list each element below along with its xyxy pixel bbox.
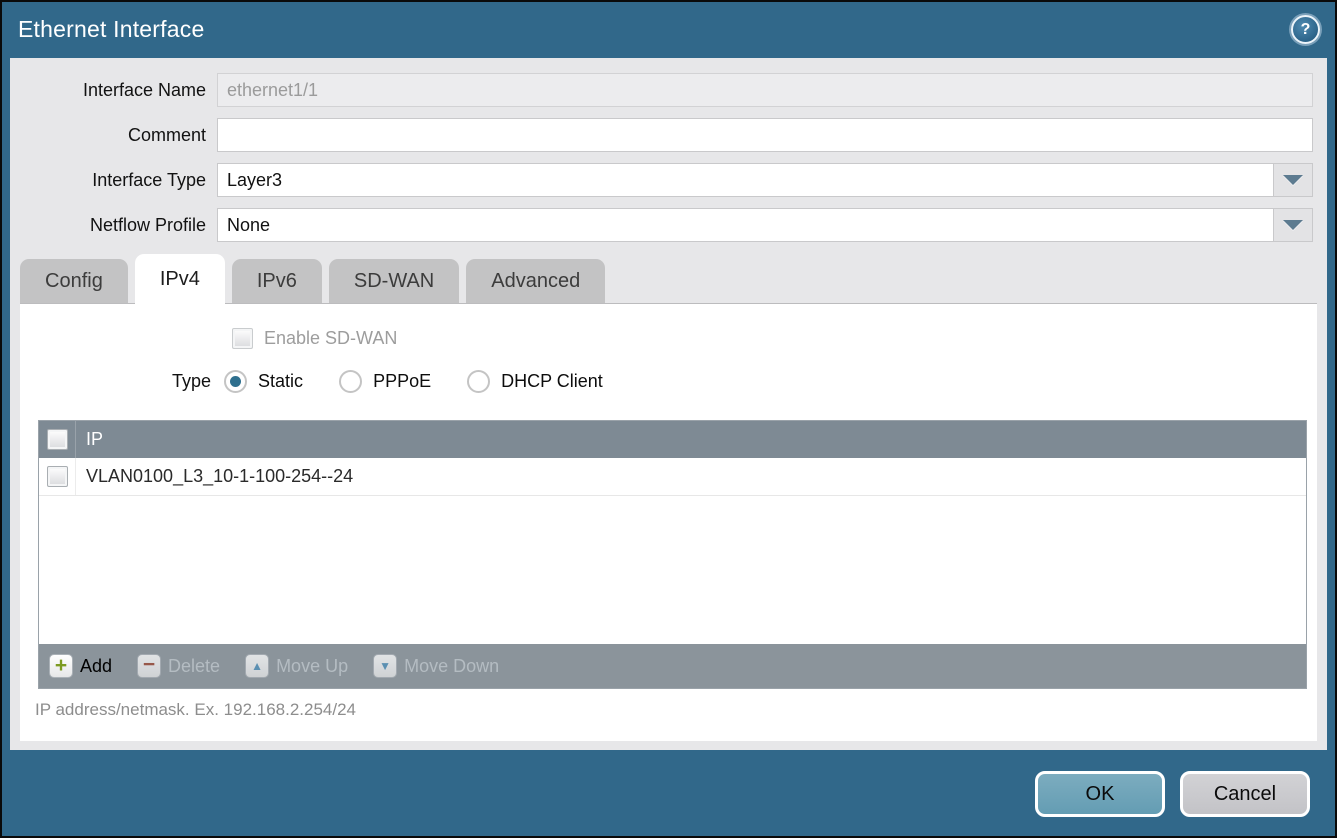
chevron-down-icon xyxy=(1283,220,1303,230)
dialog-title: Ethernet Interface xyxy=(18,16,204,43)
ip-table-toolbar: + Add − Delete ▲ Move Up ▼ Move Down xyxy=(39,644,1306,688)
comment-field[interactable] xyxy=(217,118,1313,152)
move-up-button[interactable]: ▲ Move Up xyxy=(245,654,348,678)
table-row[interactable]: VLAN0100_L3_10-1-100-254--24 xyxy=(39,458,1306,496)
type-selector-row: Type Static PPPoE DHCP Client xyxy=(20,370,1317,393)
tab-ipv4[interactable]: IPv4 xyxy=(135,254,225,304)
netflow-profile-select[interactable]: None xyxy=(217,208,1313,242)
add-button[interactable]: + Add xyxy=(49,654,112,678)
enable-sdwan-checkbox xyxy=(232,328,253,349)
enable-sdwan-label: Enable SD-WAN xyxy=(264,328,397,349)
delete-button-label: Delete xyxy=(168,656,220,677)
ip-address-table: IP VLAN0100_L3_10-1-100-254--24 + Add xyxy=(38,420,1307,689)
plus-icon: + xyxy=(49,654,73,678)
tab-config[interactable]: Config xyxy=(20,259,128,303)
tab-bar: Config IPv4 IPv6 SD-WAN Advanced xyxy=(20,253,1327,303)
ipv4-tab-panel: Enable SD-WAN Type Static PPPoE DHCP Cli… xyxy=(20,303,1317,741)
radio-button-icon xyxy=(224,370,247,393)
netflow-profile-label: Netflow Profile xyxy=(10,208,217,242)
netflow-profile-value: None xyxy=(217,208,1274,242)
chevron-down-icon xyxy=(1283,175,1303,185)
interface-type-value: Layer3 xyxy=(217,163,1274,197)
ip-cell[interactable]: VLAN0100_L3_10-1-100-254--24 xyxy=(76,466,353,487)
radio-pppoe-label: PPPoE xyxy=(373,371,431,392)
radio-dhcp-client[interactable]: DHCP Client xyxy=(467,370,603,393)
move-down-button-label: Move Down xyxy=(404,656,499,677)
netflow-profile-dropdown-button[interactable] xyxy=(1273,208,1313,242)
interface-name-label: Interface Name xyxy=(10,73,217,107)
row-checkbox-cell xyxy=(39,458,76,495)
help-icon[interactable]: ? xyxy=(1291,15,1320,44)
ok-button[interactable]: OK xyxy=(1035,771,1165,817)
interface-type-label: Interface Type xyxy=(10,163,217,197)
ip-netmask-hint: IP address/netmask. Ex. 192.168.2.254/24 xyxy=(35,700,1317,720)
interface-name-row: Interface Name ethernet1/1 xyxy=(10,73,1313,107)
tab-ipv6[interactable]: IPv6 xyxy=(232,259,322,303)
select-all-checkbox[interactable] xyxy=(47,429,68,450)
type-label: Type xyxy=(172,371,211,392)
netflow-profile-row: Netflow Profile None xyxy=(10,208,1313,242)
arrow-down-icon: ▼ xyxy=(373,654,397,678)
comment-label: Comment xyxy=(10,118,217,152)
interface-type-dropdown-button[interactable] xyxy=(1273,163,1313,197)
interface-type-select[interactable]: Layer3 xyxy=(217,163,1313,197)
interface-form: Interface Name ethernet1/1 Comment Inter… xyxy=(10,58,1327,242)
radio-dhcp-client-label: DHCP Client xyxy=(501,371,603,392)
row-checkbox[interactable] xyxy=(47,466,68,487)
delete-button[interactable]: − Delete xyxy=(137,654,220,678)
tab-advanced[interactable]: Advanced xyxy=(466,259,605,303)
radio-pppoe[interactable]: PPPoE xyxy=(339,370,431,393)
ip-column-header: IP xyxy=(76,429,103,450)
arrow-up-icon: ▲ xyxy=(245,654,269,678)
interface-type-row: Interface Type Layer3 xyxy=(10,163,1313,197)
move-up-button-label: Move Up xyxy=(276,656,348,677)
radio-static[interactable]: Static xyxy=(224,370,303,393)
interface-name-field: ethernet1/1 xyxy=(217,73,1313,107)
comment-row: Comment xyxy=(10,118,1313,152)
dialog-content: Interface Name ethernet1/1 Comment Inter… xyxy=(10,58,1327,750)
tab-sdwan[interactable]: SD-WAN xyxy=(329,259,459,303)
radio-button-icon xyxy=(467,370,490,393)
minus-icon: − xyxy=(137,654,161,678)
header-checkbox-cell xyxy=(39,421,76,458)
dialog-footer: OK Cancel xyxy=(2,752,1335,836)
cancel-button[interactable]: Cancel xyxy=(1180,771,1310,817)
move-down-button[interactable]: ▼ Move Down xyxy=(373,654,499,678)
enable-sdwan-row: Enable SD-WAN xyxy=(20,304,1317,349)
ethernet-interface-dialog: Ethernet Interface ? Interface Name ethe… xyxy=(2,2,1335,836)
radio-button-icon xyxy=(339,370,362,393)
ip-table-header: IP xyxy=(39,421,1306,458)
dialog-titlebar: Ethernet Interface ? xyxy=(2,2,1335,56)
radio-static-label: Static xyxy=(258,371,303,392)
add-button-label: Add xyxy=(80,656,112,677)
ip-table-body: VLAN0100_L3_10-1-100-254--24 xyxy=(39,458,1306,644)
